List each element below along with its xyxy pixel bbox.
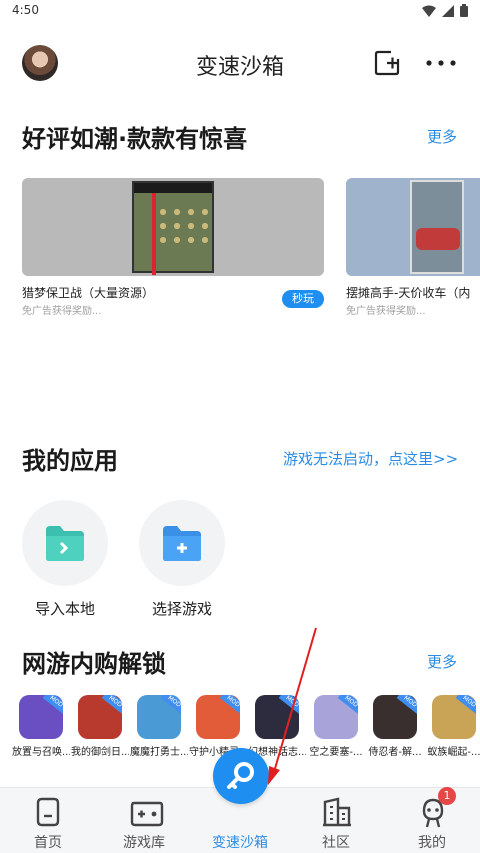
- nav-label-profile: 我的: [418, 835, 446, 851]
- battery-icon: [460, 4, 468, 17]
- my-apps-title: 我的应用: [22, 447, 118, 475]
- key-icon: [227, 762, 254, 789]
- game-card[interactable]: 猎梦保卫战（大量资源） 免广告获得奖励... 秒玩: [22, 178, 324, 318]
- game-screenshot: [410, 180, 464, 274]
- featured-card-row: 猎梦保卫战（大量资源） 免广告获得奖励... 秒玩 摆摊高手-天价收车（内 免广…: [22, 178, 480, 318]
- game-icon: MOD: [137, 695, 181, 739]
- building-icon: [323, 797, 351, 827]
- game-icon: MOD: [78, 695, 122, 739]
- folder-import-icon: [46, 526, 84, 561]
- status-icons: [422, 4, 468, 17]
- unlock-game-label: 空之要塞-...: [309, 747, 363, 758]
- nav-item-game-library[interactable]: 游戏库: [104, 788, 184, 853]
- game-thumbnail[interactable]: [22, 178, 324, 276]
- status-bar: 4:50: [0, 0, 480, 24]
- game-icon: MOD: [314, 695, 358, 739]
- featured-title: 好评如潮·款款有惊喜: [22, 125, 248, 153]
- unlock-game-label: 放置与召唤...: [12, 747, 70, 758]
- select-game-label: 选择游戏: [151, 600, 212, 618]
- nav-label-home: 首页: [34, 835, 62, 851]
- signal-icon: [442, 4, 454, 17]
- game-screenshot: [132, 181, 214, 275]
- game-card-name: 摆摊高手-天价收车（内: [346, 286, 471, 300]
- wifi-icon: [422, 5, 436, 17]
- home-icon: [36, 797, 60, 827]
- game-icon: MOD: [373, 695, 417, 739]
- speed-sandbox-button[interactable]: [213, 748, 269, 804]
- unlock-game-label: 蚁族崛起-...: [427, 747, 480, 758]
- nav-label-game-library: 游戏库: [123, 835, 165, 851]
- unlock-game-label: 魔魔打勇士...: [130, 747, 188, 758]
- unlock-game-item[interactable]: MOD 放置与召唤...: [12, 695, 70, 758]
- page-title: 变速沙箱: [195, 55, 284, 80]
- game-icon: MOD: [196, 695, 240, 739]
- unlock-more-link[interactable]: 更多: [427, 651, 457, 672]
- unlock-game-item[interactable]: MOD 蚁族崛起-...: [425, 695, 480, 758]
- import-local-label: 导入本地: [34, 600, 95, 618]
- launch-help-link[interactable]: 游戏无法启动，点这里>>: [283, 448, 458, 469]
- add-window-icon[interactable]: [374, 50, 400, 76]
- import-local-button[interactable]: [22, 500, 108, 586]
- game-card-subtitle: 免广告获得奖励...: [22, 306, 102, 317]
- nav-item-profile[interactable]: 我的: [392, 788, 472, 853]
- unlock-game-item[interactable]: MOD 魔魔打勇士...: [130, 695, 188, 758]
- nav-label-community: 社区: [322, 835, 350, 851]
- gamepad-icon: [130, 801, 164, 827]
- nav-item-home[interactable]: 首页: [8, 788, 88, 853]
- select-game-tile[interactable]: 选择游戏: [139, 500, 225, 619]
- game-thumbnail[interactable]: [346, 178, 480, 276]
- nav-item-community[interactable]: 社区: [296, 788, 376, 853]
- game-icon: MOD: [432, 695, 476, 739]
- instant-play-button[interactable]: 秒玩: [282, 290, 324, 308]
- featured-more-link[interactable]: 更多: [427, 126, 457, 147]
- more-icon[interactable]: [426, 60, 456, 66]
- game-card[interactable]: 摆摊高手-天价收车（内 免广告获得奖励...: [346, 178, 480, 318]
- game-card-subtitle: 免广告获得奖励...: [346, 306, 426, 317]
- game-icon: MOD: [19, 695, 63, 739]
- unlock-game-item[interactable]: MOD 侍忍者-解...: [366, 695, 424, 758]
- unlock-game-item[interactable]: MOD 我的御剑日...: [71, 695, 129, 758]
- nav-label-speed-sandbox: 变速沙箱: [212, 835, 268, 851]
- status-time: 4:50: [12, 3, 39, 17]
- unlock-title: 网游内购解锁: [22, 650, 166, 678]
- game-card-name: 猎梦保卫战（大量资源）: [22, 286, 155, 300]
- game-icon: MOD: [255, 695, 299, 739]
- import-local-tile[interactable]: 导入本地: [22, 500, 108, 619]
- select-game-button[interactable]: [139, 500, 225, 586]
- unlock-game-label: 侍忍者-解...: [368, 747, 422, 758]
- notification-badge: 1: [438, 787, 456, 805]
- unlock-game-label: 我的御剑日...: [71, 747, 129, 758]
- unlock-game-item[interactable]: MOD 空之要塞-...: [307, 695, 365, 758]
- folder-add-icon: [163, 526, 201, 561]
- app-header: 变速沙箱: [0, 24, 480, 100]
